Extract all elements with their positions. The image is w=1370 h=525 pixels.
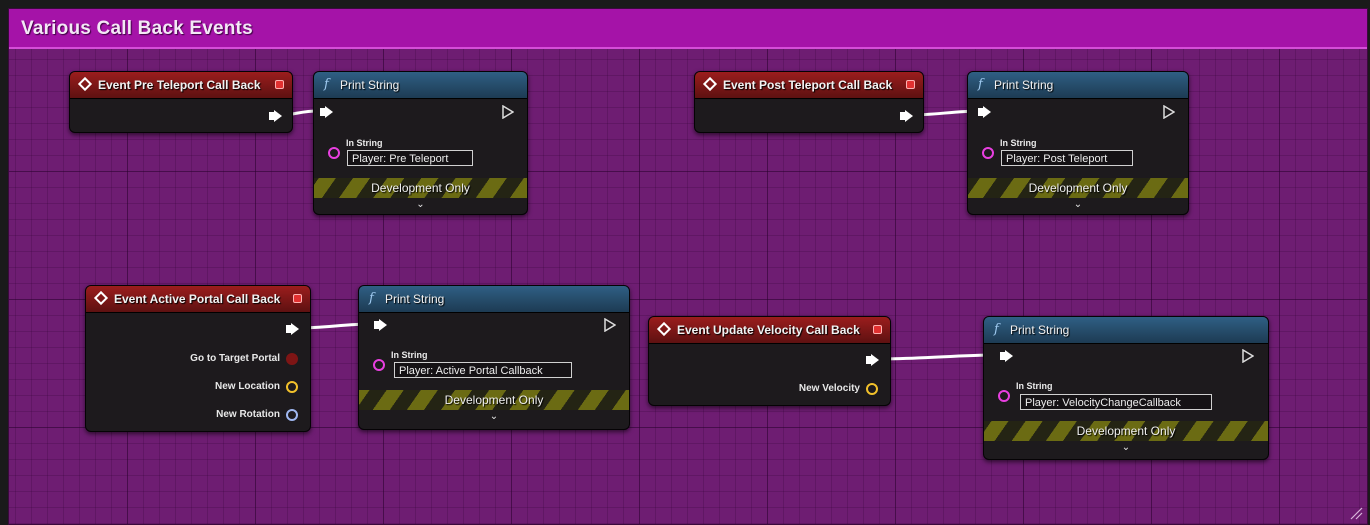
event-node-post-teleport[interactable]: Event Post Teleport Call Back xyxy=(694,71,924,133)
node-title: Print String xyxy=(994,78,1054,92)
node-title: Event Pre Teleport Call Back xyxy=(98,78,261,92)
event-node-active-portal[interactable]: Event Active Portal Call Back Go to Targ… xyxy=(85,285,311,432)
chevron-down-icon[interactable]: ⌄ xyxy=(359,411,629,422)
exec-input-pin[interactable] xyxy=(320,106,333,118)
in-string-field[interactable]: Player: Pre Teleport xyxy=(347,150,473,166)
node-title: Print String xyxy=(385,292,445,306)
pin-label-new-location: New Location xyxy=(214,381,280,392)
exec-input-pin[interactable] xyxy=(374,319,387,331)
node-header[interactable]: Event Pre Teleport Call Back xyxy=(70,72,292,99)
exec-output-pin-icon[interactable] xyxy=(604,318,616,332)
function-icon: f xyxy=(324,77,329,92)
print-string-node-pre[interactable]: f Print String In String Player: Pre Tel… xyxy=(313,71,528,215)
event-diamond-icon xyxy=(93,290,109,306)
comment-title[interactable]: Various Call Back Events xyxy=(21,18,253,40)
string-input-pin[interactable] xyxy=(328,147,340,159)
node-header[interactable]: f Print String xyxy=(968,72,1188,99)
development-only-band: Development Only xyxy=(968,178,1188,198)
string-input-pin[interactable] xyxy=(982,147,994,159)
node-header[interactable]: Event Post Teleport Call Back xyxy=(695,72,923,99)
in-string-field[interactable]: Player: VelocityChangeCallback xyxy=(1020,394,1212,410)
exec-output-pin[interactable] xyxy=(286,323,299,335)
development-only-band: Development Only xyxy=(984,421,1268,441)
node-header[interactable]: f Print String xyxy=(359,286,629,313)
in-string-label: In String xyxy=(346,138,383,148)
print-string-node-active-portal[interactable]: f Print String In String Player: Active … xyxy=(358,285,630,430)
development-only-band: Development Only xyxy=(359,390,629,410)
development-only-label: Development Only xyxy=(444,393,544,407)
chevron-down-icon[interactable]: ⌄ xyxy=(968,199,1188,210)
development-only-label: Development Only xyxy=(1076,424,1176,438)
pin-label-go-to-target-portal: Go to Target Portal xyxy=(190,353,280,364)
node-title: Print String xyxy=(1010,323,1070,337)
development-only-label: Development Only xyxy=(371,181,470,195)
comment-header[interactable]: Various Call Back Events xyxy=(9,9,1367,49)
vector-output-pin[interactable] xyxy=(286,381,298,393)
development-only-band: Development Only xyxy=(314,178,527,198)
development-only-label: Development Only xyxy=(1028,181,1128,195)
rotator-output-pin[interactable] xyxy=(286,409,298,421)
delegate-pin-icon[interactable] xyxy=(873,325,882,334)
event-node-update-velocity[interactable]: Event Update Velocity Call Back New Velo… xyxy=(648,316,891,406)
node-title: Event Active Portal Call Back xyxy=(114,292,281,306)
node-title: Event Post Teleport Call Back xyxy=(723,78,893,92)
event-node-pre-teleport[interactable]: Event Pre Teleport Call Back xyxy=(69,71,293,133)
exec-output-pin-icon[interactable] xyxy=(502,105,514,119)
node-title: Print String xyxy=(340,78,400,92)
in-string-field[interactable]: Player: Active Portal Callback xyxy=(394,362,572,378)
object-output-pin[interactable] xyxy=(286,353,298,365)
event-diamond-icon xyxy=(702,76,718,92)
delegate-pin-icon[interactable] xyxy=(293,294,302,303)
resize-grip-icon[interactable] xyxy=(1347,504,1363,520)
chevron-down-icon[interactable]: ⌄ xyxy=(314,199,527,210)
exec-output-pin-icon[interactable] xyxy=(1242,349,1254,363)
delegate-pin-icon[interactable] xyxy=(906,80,915,89)
function-icon: f xyxy=(369,291,374,306)
node-header[interactable]: Event Update Velocity Call Back xyxy=(649,317,890,344)
exec-input-pin[interactable] xyxy=(978,106,991,118)
string-input-pin[interactable] xyxy=(998,390,1010,402)
exec-output-pin[interactable] xyxy=(269,110,282,122)
exec-output-pin[interactable] xyxy=(866,354,879,366)
exec-output-pin-icon[interactable] xyxy=(1163,105,1175,119)
string-input-pin[interactable] xyxy=(373,359,385,371)
exec-input-pin[interactable] xyxy=(1000,350,1013,362)
event-diamond-icon xyxy=(77,76,93,92)
in-string-label: In String xyxy=(1016,381,1053,391)
in-string-label: In String xyxy=(391,350,428,360)
node-title: Event Update Velocity Call Back xyxy=(677,323,860,337)
exec-output-pin[interactable] xyxy=(900,110,913,122)
in-string-label: In String xyxy=(1000,138,1037,148)
node-header[interactable]: f Print String xyxy=(314,72,527,99)
chevron-down-icon[interactable]: ⌄ xyxy=(984,442,1268,453)
function-icon: f xyxy=(978,77,983,92)
function-icon: f xyxy=(994,322,999,337)
delegate-pin-icon[interactable] xyxy=(275,80,284,89)
print-string-node-velocity[interactable]: f Print String In String Player: Velocit… xyxy=(983,316,1269,460)
print-string-node-post[interactable]: f Print String In String Player: Post Te… xyxy=(967,71,1189,215)
node-header[interactable]: f Print String xyxy=(984,317,1268,344)
pin-label-new-velocity: New Velocity xyxy=(798,383,860,394)
pin-label-new-rotation: New Rotation xyxy=(216,409,280,420)
vector-output-pin[interactable] xyxy=(866,383,878,395)
event-diamond-icon xyxy=(656,321,672,337)
in-string-field[interactable]: Player: Post Teleport xyxy=(1001,150,1133,166)
node-header[interactable]: Event Active Portal Call Back xyxy=(86,286,310,313)
